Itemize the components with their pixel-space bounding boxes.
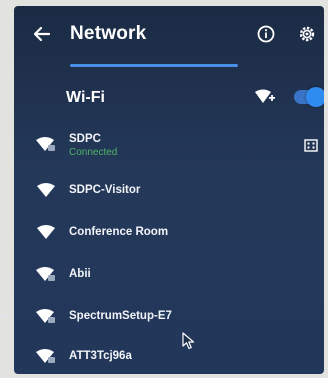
mouse-pointer-icon bbox=[182, 332, 195, 350]
network-item-abii[interactable]: Abii bbox=[14, 254, 324, 294]
network-item-conference-room[interactable]: Conference Room bbox=[14, 212, 324, 252]
photo-frame: Network Wi-Fi SDPC Connected SDPC-Visito… bbox=[0, 0, 328, 378]
wifi-toggle-row: Wi-Fi bbox=[14, 80, 324, 116]
info-icon[interactable] bbox=[257, 25, 275, 43]
network-name: Abii bbox=[69, 268, 91, 280]
add-network-icon[interactable] bbox=[254, 88, 276, 106]
network-status: Connected bbox=[69, 147, 118, 158]
network-item-spectrumsetup-e7[interactable]: SpectrumSetup-E7 bbox=[14, 296, 324, 336]
wifi-secured-icon bbox=[36, 267, 55, 281]
tab-indicator bbox=[70, 64, 238, 67]
network-item-sdpc-visitor[interactable]: SDPC-Visitor bbox=[14, 170, 324, 210]
wifi-open-icon bbox=[37, 183, 55, 197]
wifi-secured-icon bbox=[36, 349, 55, 363]
network-name: Conference Room bbox=[69, 226, 169, 238]
wifi-secured-icon bbox=[36, 309, 55, 323]
network-item-att3tcj96a[interactable]: ATT3Tcj96a bbox=[14, 336, 324, 374]
wifi-open-icon bbox=[37, 225, 55, 239]
header-bar: Network bbox=[14, 6, 324, 62]
network-name: SDPC-Visitor bbox=[69, 184, 141, 196]
network-name: SDPC bbox=[69, 133, 101, 145]
network-name: SpectrumSetup-E7 bbox=[69, 310, 172, 322]
gear-icon[interactable] bbox=[298, 25, 316, 43]
network-name: ATT3Tcj96a bbox=[69, 350, 132, 362]
wifi-secured-icon bbox=[36, 137, 55, 151]
wifi-toggle[interactable] bbox=[294, 87, 324, 107]
edge-text: xt bbox=[0, 312, 7, 321]
page-title: Network bbox=[70, 23, 147, 44]
network-item-sdpc[interactable]: SDPC Connected bbox=[14, 124, 324, 164]
wifi-label: Wi-Fi bbox=[66, 89, 105, 106]
network-settings-panel: Network Wi-Fi SDPC Connected SDPC-Visito… bbox=[14, 6, 324, 374]
wifi-toggle-knob bbox=[306, 87, 324, 107]
building-icon[interactable] bbox=[304, 138, 318, 152]
back-arrow-icon[interactable] bbox=[32, 24, 52, 44]
